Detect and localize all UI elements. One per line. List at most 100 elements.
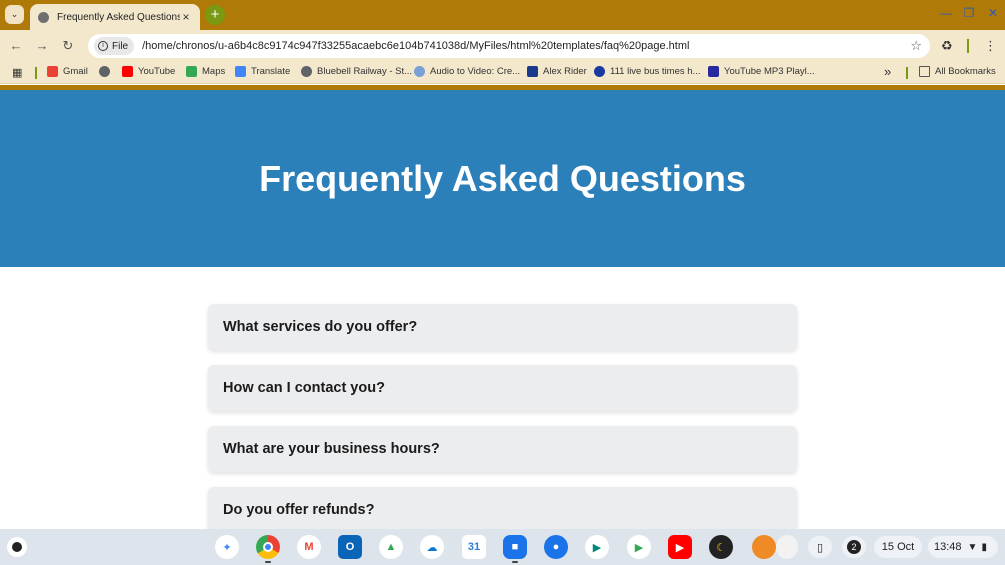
faq-item[interactable]: Do you offer refunds? [208, 487, 797, 533]
tfl-icon [594, 66, 605, 77]
faq-item[interactable]: What are your business hours? [208, 426, 797, 472]
launcher-button[interactable] [7, 537, 27, 557]
faq-question: How can I contact you? [223, 380, 385, 396]
status-tray[interactable]: 13:48 ▼ ▮ [928, 536, 998, 558]
youtube-icon[interactable]: ▶ [668, 535, 692, 559]
back-icon[interactable]: ← [8, 38, 24, 54]
apps-grid-icon[interactable]: ▦ [12, 66, 22, 79]
tab-title: Frequently Asked Questions [57, 11, 180, 23]
play-store-icon[interactable]: ▶ [627, 535, 651, 559]
assistant-icon[interactable]: ✦ [215, 535, 239, 559]
bookmark-gmail[interactable]: Gmail [47, 66, 88, 77]
close-window-icon[interactable]: ✕ [986, 6, 1000, 20]
youtube-icon [122, 66, 133, 77]
chrome-icon[interactable] [256, 535, 280, 559]
folder-icon [919, 66, 930, 77]
globe-icon [38, 11, 49, 23]
info-icon: i [98, 41, 108, 51]
moon-app-icon[interactable]: ☾ [709, 535, 733, 559]
bookmark-label: Alex Rider [543, 66, 587, 77]
meet-icon[interactable]: ▶ [585, 535, 609, 559]
app-icon[interactable] [752, 535, 776, 559]
bookmark-audio-video[interactable]: Audio to Video: Cre... [414, 66, 520, 77]
address-bar[interactable]: i File /home/chronos/u-a6b4c8c9174c947f3… [88, 34, 930, 58]
bookmark-label: Maps [202, 66, 226, 77]
file-chip-label: File [112, 40, 129, 52]
bookmark-bus-times[interactable]: 111 live bus times h... [594, 66, 700, 77]
new-tab-button[interactable]: + [205, 5, 225, 25]
notification-badge[interactable]: 2 [842, 536, 866, 558]
bookmark-label: Bluebell Railway - St... [317, 66, 413, 77]
bookmark-label: YouTube [138, 66, 176, 77]
extensions-icon[interactable]: ♻ [941, 38, 953, 54]
more-menu-icon[interactable]: ⋮ [984, 38, 997, 54]
url-text: /home/chronos/u-a6b4c8c9174c947f33255aca… [142, 40, 690, 52]
tab-active[interactable]: Frequently Asked Questions × [30, 4, 200, 30]
bookmark-translate[interactable]: Translate [235, 66, 290, 77]
battery-icon: ▮ [981, 541, 987, 553]
launcher-icon [12, 542, 22, 552]
site-info-chip[interactable]: i File [94, 37, 135, 55]
bookmark-label: Gmail [63, 66, 88, 77]
page-title: Frequently Asked Questions [259, 157, 746, 199]
all-bookmarks-label: All Bookmarks [935, 66, 996, 77]
faq-question: What services do you offer? [223, 319, 418, 335]
clock: 13:48 [934, 541, 962, 553]
bookmark-star-icon[interactable]: ☆ [910, 38, 922, 54]
bookmark-youtube[interactable]: YouTube [122, 66, 175, 77]
toolbar-divider [967, 39, 969, 53]
app-icon[interactable] [776, 535, 798, 559]
faq-list: What services do you offer? How can I co… [208, 304, 797, 548]
bookmark-label: Audio to Video: Cre... [430, 66, 521, 77]
bookmark-bluebell[interactable]: Bluebell Railway - St... [301, 66, 412, 77]
tab-strip: ⌄ Frequently Asked Questions × + — ❐ ✕ [0, 0, 1005, 30]
outlook-icon[interactable]: O [338, 535, 362, 559]
page-header: Frequently Asked Questions [0, 90, 1005, 267]
phone-hub-icon[interactable]: ▯ [808, 536, 832, 558]
bookmarks-divider [35, 67, 37, 79]
faq-question: What are your business hours? [223, 441, 440, 457]
bookmark-alex-rider[interactable]: Alex Rider [527, 66, 587, 77]
globe-icon [99, 66, 110, 77]
calendar-icon[interactable]: 31 [462, 535, 486, 559]
notification-count: 2 [847, 540, 861, 554]
os-shelf: ✦ M O ▲ ☁ 31 ■ ● ▶ ▶ ▶ ☾ ▯ 2 15 Oct 13:4… [0, 529, 1005, 565]
bookmark-label: 111 live bus times h... [610, 66, 701, 77]
wifi-icon: ▼ [967, 541, 978, 553]
all-bookmarks-button[interactable]: All Bookmarks [919, 66, 996, 77]
bookmarks-overflow-button[interactable]: » [884, 64, 891, 79]
mp3-icon [708, 66, 719, 77]
bookmarks-bar: ▦ Gmail YouTube Maps Translate Bluebell … [0, 62, 1005, 84]
running-indicator [512, 561, 518, 563]
tab-close-button[interactable]: × [180, 10, 192, 24]
gmail-icon[interactable]: M [297, 535, 321, 559]
bookmark-mp3[interactable]: YouTube MP3 Playl... [708, 66, 815, 77]
translate-icon [235, 66, 246, 77]
maps-icon [186, 66, 197, 77]
messages-icon[interactable]: ● [544, 535, 568, 559]
alex-rider-icon [527, 66, 538, 77]
audio-icon [414, 66, 425, 77]
chevron-down-icon: ⌄ [10, 9, 19, 19]
faq-item[interactable]: How can I contact you? [208, 365, 797, 411]
tab-search-button[interactable]: ⌄ [5, 5, 24, 24]
restore-icon[interactable]: ❐ [962, 6, 976, 20]
drive-icon[interactable]: ▲ [379, 535, 403, 559]
forward-icon[interactable]: → [34, 38, 50, 54]
reload-icon[interactable]: ↻ [60, 38, 76, 54]
bookmarks-divider [906, 67, 908, 79]
bookmark-globe[interactable] [99, 66, 115, 77]
bookmark-label: Translate [251, 66, 291, 77]
onedrive-icon[interactable]: ☁ [420, 535, 444, 559]
files-icon[interactable]: ■ [503, 535, 527, 559]
browser-toolbar: ← → ↻ i File /home/chronos/u-a6b4c8c9174… [0, 30, 1005, 62]
faq-question: Do you offer refunds? [223, 502, 375, 518]
bookmark-label: YouTube MP3 Playl... [724, 66, 815, 77]
running-indicator [265, 561, 271, 563]
globe-icon [301, 66, 312, 77]
gmail-icon [47, 66, 58, 77]
minimize-icon[interactable]: — [939, 6, 953, 20]
bookmark-maps[interactable]: Maps [186, 66, 225, 77]
faq-item[interactable]: What services do you offer? [208, 304, 797, 350]
date-display[interactable]: 15 Oct [874, 536, 922, 558]
